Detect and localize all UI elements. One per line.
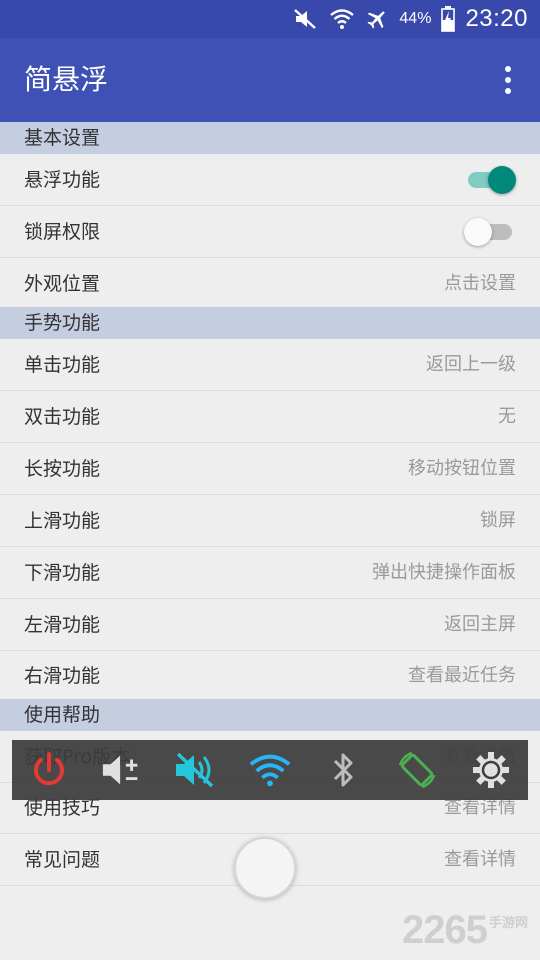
watermark-site: 手游网 [488,916,528,931]
row-label: 锁屏权限 [24,221,101,243]
row-value: 点击设置 [444,273,516,294]
wifi-icon [329,7,355,31]
quick-action-panel [12,740,528,800]
floating-button[interactable] [234,837,296,899]
volume-mute-icon[interactable] [174,748,218,792]
row-label: 长按功能 [24,458,101,480]
row-label: 双击功能 [24,406,101,428]
mute-icon [293,8,319,30]
auto-rotate-icon[interactable] [395,748,439,792]
settings-row-lock-permission[interactable]: 锁屏权限 [0,206,540,258]
settings-row-appearance-position[interactable]: 外观位置 点击设置 [0,258,540,310]
float-function-switch[interactable] [464,166,516,194]
settings-row-swipe-right[interactable]: 右滑功能 查看最近任务 [0,650,540,702]
settings-row-float-function[interactable]: 悬浮功能 [0,154,540,206]
row-label: 单击功能 [24,354,101,376]
row-value: 返回上一级 [426,354,516,375]
clock: 23:20 [465,5,528,32]
section-title: 使用帮助 [24,704,101,726]
row-label: 左滑功能 [24,614,101,636]
section-title: 手势功能 [24,312,101,334]
row-value: 弹出快捷操作面板 [372,562,516,583]
watermark-logo: 2265 手游网 [402,908,528,953]
row-label: 悬浮功能 [24,169,101,191]
battery-percent: 44% [399,10,432,27]
more-vert-icon[interactable] [498,64,518,96]
row-value: 锁屏 [480,510,516,531]
settings-row-swipe-left[interactable]: 左滑功能 返回主屏 [0,599,540,651]
row-label: 右滑功能 [24,665,101,687]
row-label: 外观位置 [24,273,101,295]
volume-adjust-icon[interactable] [101,748,145,792]
row-label: 上滑功能 [24,510,101,532]
settings-gear-icon[interactable] [469,748,513,792]
row-value: 返回主屏 [444,614,516,635]
section-header-gesture: 手势功能 [0,307,540,339]
battery-charging-icon [441,6,456,32]
row-value: 查看详情 [444,849,516,870]
wifi-toggle-icon[interactable] [248,748,292,792]
section-title: 基本设置 [24,127,101,149]
row-value: 无 [498,406,516,427]
settings-row-swipe-down[interactable]: 下滑功能 弹出快捷操作面板 [0,547,540,599]
row-value: 移动按钮位置 [408,458,516,479]
settings-row-single-tap[interactable]: 单击功能 返回上一级 [0,339,540,391]
airplane-icon [365,7,389,31]
row-label: 下滑功能 [24,562,101,584]
app-title: 简悬浮 [24,63,109,96]
app-bar: 简悬浮 [0,38,540,122]
lock-permission-switch[interactable] [464,218,516,246]
bluetooth-icon[interactable] [322,748,366,792]
settings-row-double-tap[interactable]: 双击功能 无 [0,391,540,443]
row-value: 查看最近任务 [408,665,516,686]
settings-row-swipe-up[interactable]: 上滑功能 锁屏 [0,495,540,547]
settings-row-long-press[interactable]: 长按功能 移动按钮位置 [0,443,540,495]
power-icon[interactable] [27,748,71,792]
watermark-number: 2265 [402,908,488,952]
section-header-basic: 基本设置 [0,122,540,154]
row-label: 常见问题 [24,849,101,871]
status-bar: 44% 23:20 [0,0,540,38]
section-header-help: 使用帮助 [0,699,540,731]
